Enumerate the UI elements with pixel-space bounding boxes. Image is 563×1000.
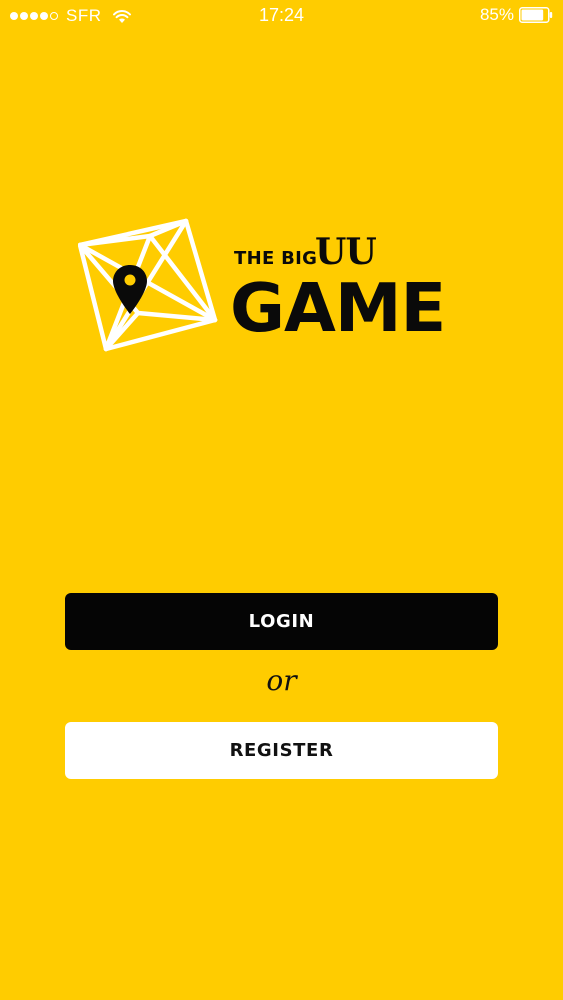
app-logo: THE BIG UU GAME bbox=[78, 218, 458, 358]
battery-icon bbox=[519, 7, 553, 23]
login-button[interactable]: LOGIN bbox=[65, 593, 498, 650]
status-time: 17:24 bbox=[258, 5, 305, 25]
map-pin-icon bbox=[113, 265, 147, 314]
logo-text-game: GAME bbox=[230, 269, 446, 347]
status-bar: SFR 17:24 85% bbox=[0, 0, 563, 32]
or-separator: or bbox=[266, 664, 297, 697]
logo-text-the-big: THE BIG bbox=[234, 248, 318, 269]
polyhedron-icon bbox=[78, 218, 218, 352]
login-screen: SFR 17:24 85% THE BIG UU GAME LOGIN or R… bbox=[0, 0, 563, 1000]
register-button[interactable]: REGISTER bbox=[65, 722, 498, 779]
logo-text-uu: UU bbox=[315, 231, 377, 273]
status-right: 85% bbox=[480, 5, 553, 25]
battery-percent: 85% bbox=[479, 5, 514, 24]
